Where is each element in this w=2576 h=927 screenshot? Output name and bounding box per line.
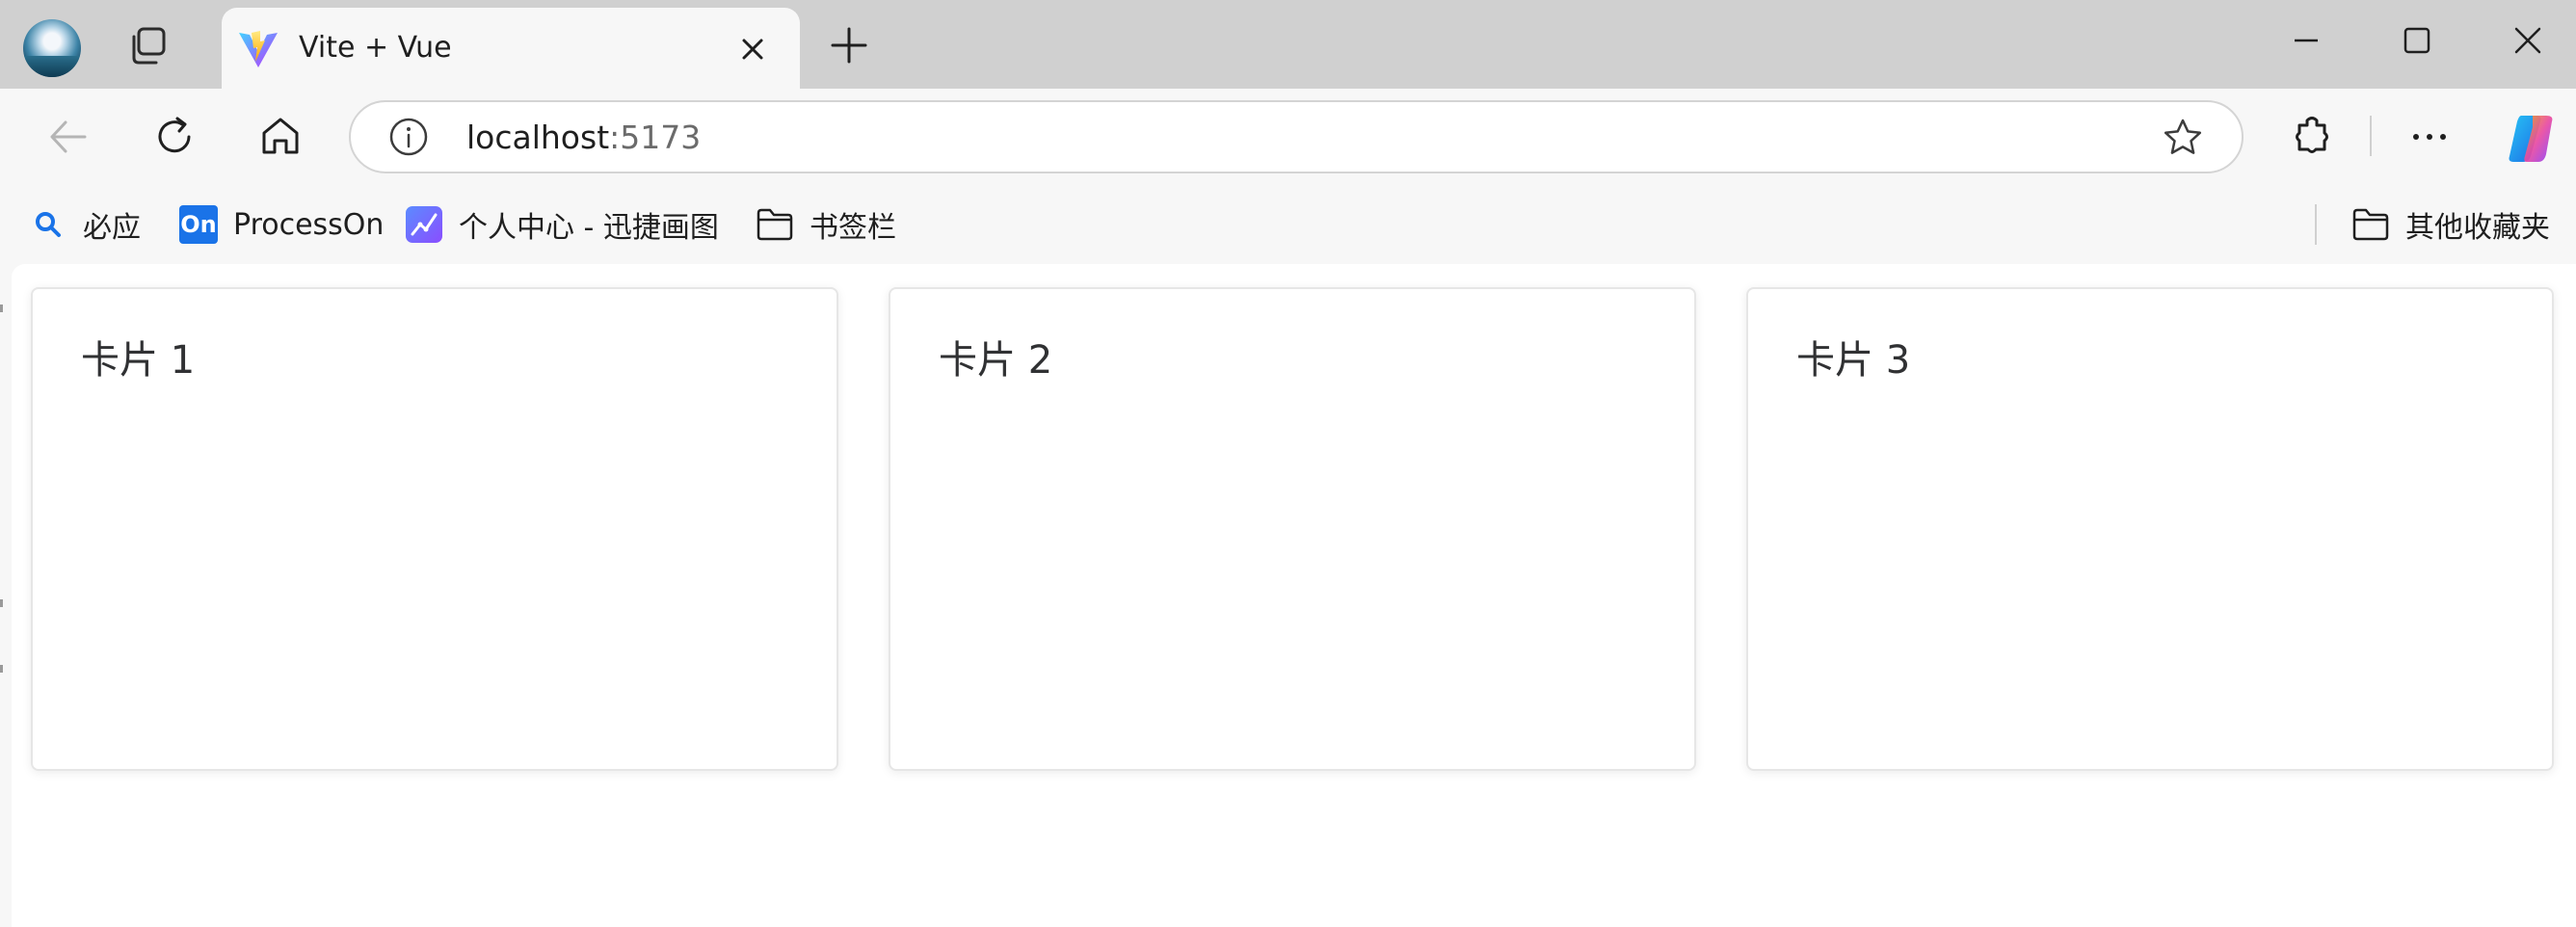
folder-icon: [2351, 205, 2390, 244]
tab-active[interactable]: Vite + Vue: [222, 8, 800, 89]
processon-badge: On: [179, 205, 218, 244]
edge-marker: [0, 305, 3, 312]
address-bar[interactable]: localhost:5173: [349, 100, 2244, 173]
bookmark-label: 个人中心 - 迅捷画图: [459, 211, 719, 245]
processon-icon: On: [179, 205, 218, 244]
tab-title: Vite + Vue: [299, 31, 452, 65]
bookmark-biying[interactable]: 必应: [29, 202, 141, 247]
close-tab-icon[interactable]: [738, 35, 767, 64]
page-viewport: 卡片 1 卡片 2 卡片 3: [12, 264, 2576, 927]
card: 卡片 1: [31, 287, 838, 771]
home-icon[interactable]: [256, 112, 305, 160]
card-title: 卡片 1: [81, 338, 196, 383]
close-window-icon[interactable]: [2509, 21, 2547, 60]
vite-favicon-icon: [237, 29, 279, 69]
card-title: 卡片 3: [1796, 338, 1911, 383]
bookmark-label: ProcessOn: [233, 207, 385, 242]
bookmark-label: 必应: [83, 211, 141, 245]
edge-marker: [0, 665, 3, 673]
bookmark-xunjie[interactable]: 个人中心 - 迅捷画图: [405, 202, 719, 247]
maximize-icon[interactable]: [2398, 21, 2436, 60]
bookmarks-bar: 必应 On ProcessOn 个人中心 - 迅捷画图 书签栏 其他收藏夹: [0, 185, 2576, 264]
url-text[interactable]: localhost:5173: [466, 118, 701, 158]
bookmark-label: 书签栏: [810, 211, 896, 245]
new-tab-icon[interactable]: [829, 25, 869, 66]
more-menu-icon[interactable]: [2405, 113, 2454, 161]
favorite-star-icon[interactable]: [2161, 116, 2205, 160]
url-port: :5173: [609, 119, 702, 156]
tab-strip: Vite + Vue: [0, 0, 2576, 89]
bookmarks-divider: [2315, 204, 2317, 245]
extensions-icon[interactable]: [2288, 113, 2336, 161]
toolbar-divider: [2370, 116, 2372, 156]
edge-marker: [0, 599, 3, 607]
profile-avatar[interactable]: [23, 19, 81, 77]
card: 卡片 2: [889, 287, 1696, 771]
bookmark-folder-bookmarks-bar[interactable]: 书签栏: [756, 202, 896, 247]
card: 卡片 3: [1746, 287, 2554, 771]
site-info-icon[interactable]: [387, 116, 430, 158]
search-icon: [29, 205, 67, 244]
bookmark-folder-other[interactable]: 其他收藏夹: [2351, 202, 2550, 247]
back-icon[interactable]: [44, 113, 93, 161]
card-title: 卡片 2: [939, 338, 1053, 383]
copilot-icon[interactable]: [2504, 110, 2560, 166]
url-host: localhost: [466, 119, 610, 156]
bookmark-processon[interactable]: On ProcessOn: [179, 202, 384, 247]
tab-actions-icon[interactable]: [125, 25, 173, 69]
minimize-icon[interactable]: [2287, 21, 2325, 60]
xunjie-icon: [405, 205, 443, 244]
refresh-icon[interactable]: [150, 113, 199, 161]
navigation-toolbar: localhost:5173: [0, 89, 2576, 185]
folder-icon: [756, 205, 794, 244]
bookmark-label: 其他收藏夹: [2405, 211, 2550, 245]
